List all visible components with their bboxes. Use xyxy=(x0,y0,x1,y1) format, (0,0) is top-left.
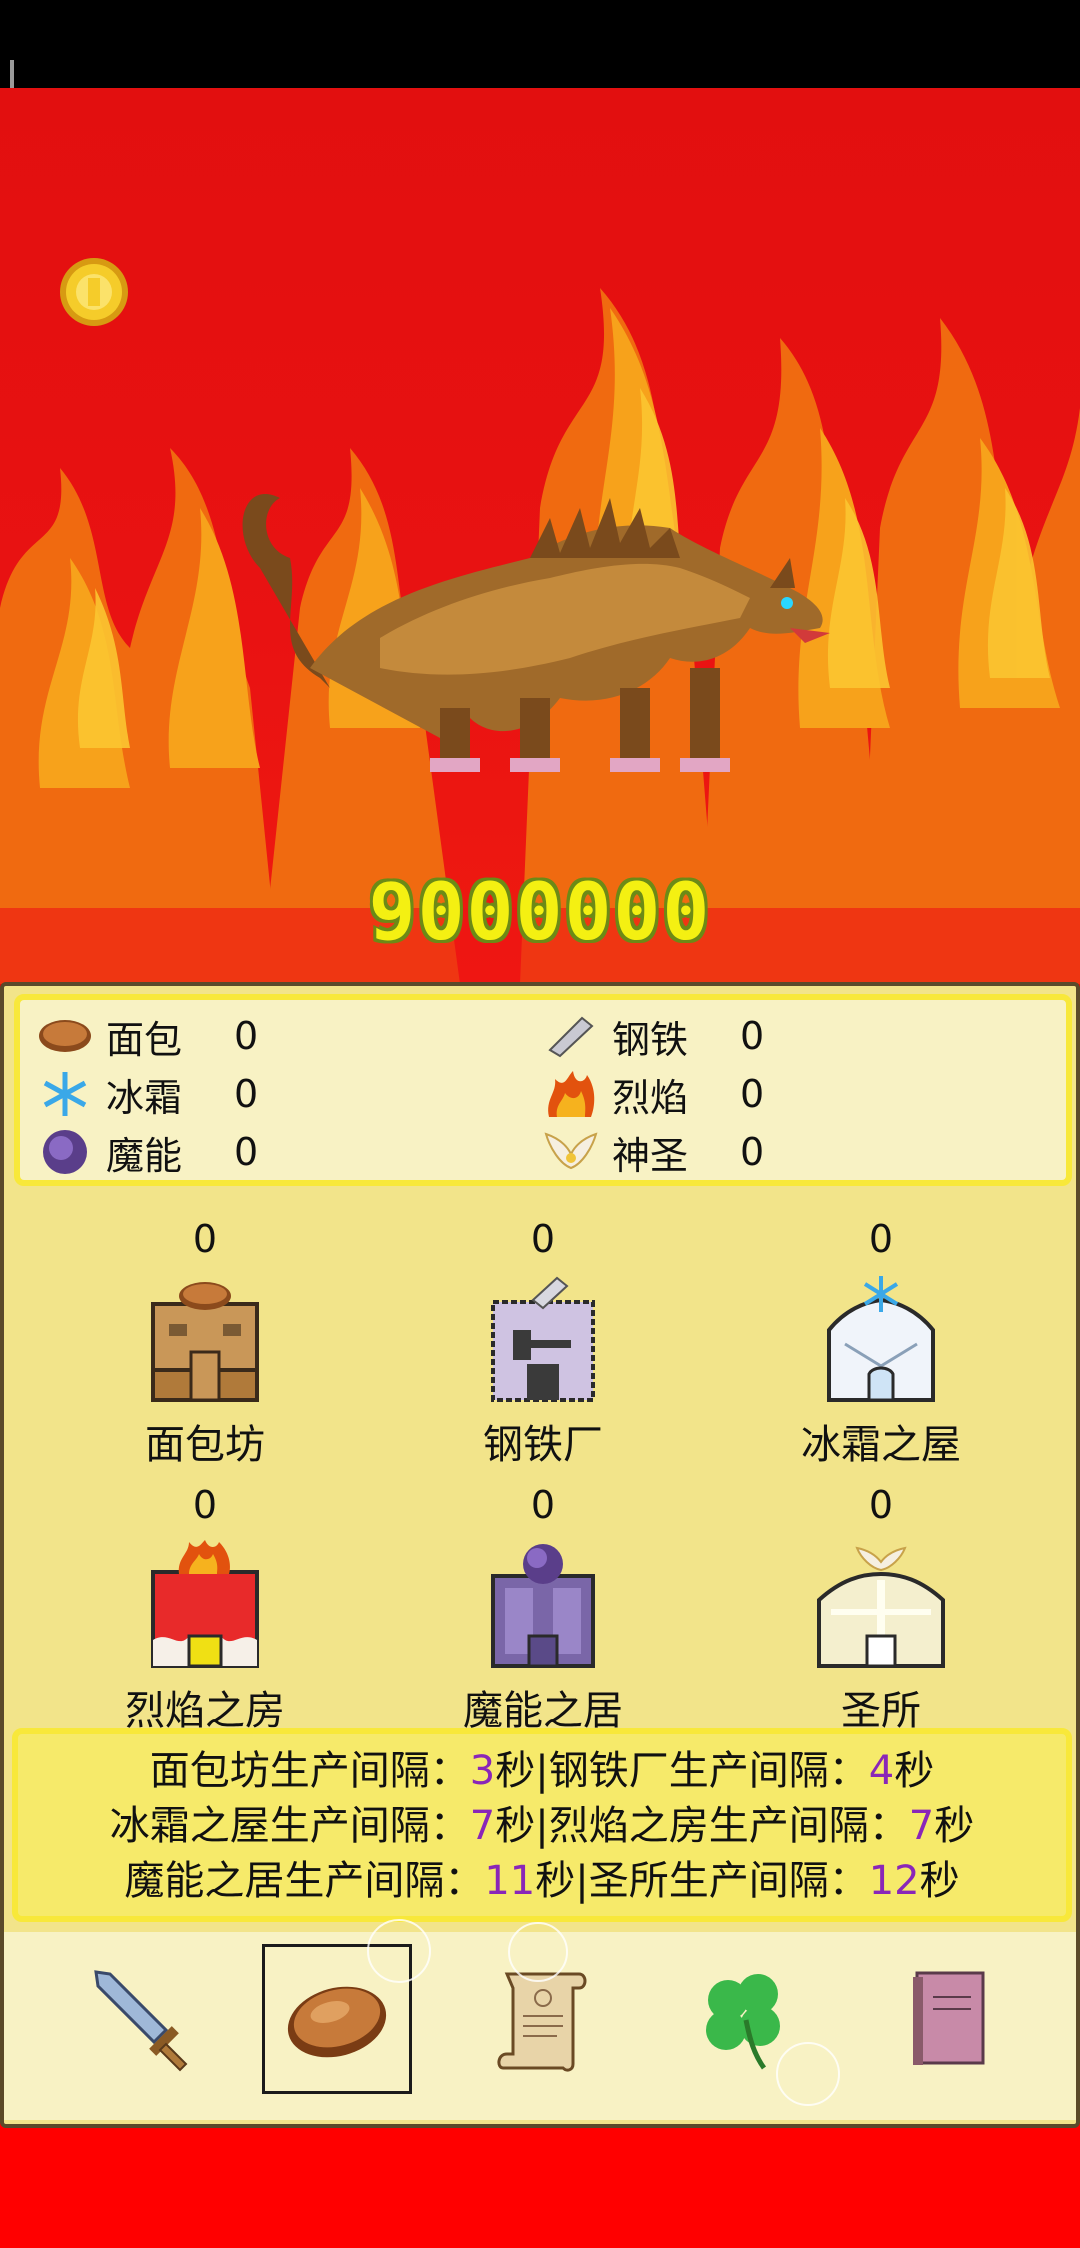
resource-frost: 冰霜 0 xyxy=(38,1068,258,1120)
boss-hp: 9000000 xyxy=(368,868,712,958)
interval-line: 魔能之居生产间隔：11秒|圣所生产间隔：12秒 xyxy=(124,1858,960,1904)
steel-factory-icon xyxy=(491,1276,595,1402)
building-bakery[interactable]: 0 面包坊 xyxy=(40,1214,370,1470)
tab-battle[interactable] xyxy=(68,1944,218,2094)
tab-quests[interactable] xyxy=(468,1922,618,2094)
status-bar xyxy=(0,0,1080,150)
tab-codex[interactable] xyxy=(874,1944,1024,2094)
frost-house-icon xyxy=(827,1276,935,1402)
magic-orb-icon xyxy=(38,1127,92,1177)
snowflake-icon xyxy=(38,1069,92,1119)
battle-scene[interactable]: 1 9000000 xyxy=(0,88,1080,984)
building-count: 0 xyxy=(868,1483,894,1527)
book-icon xyxy=(913,1971,985,2065)
gold-coin-icon xyxy=(60,258,128,326)
resource-flame: 烈焰 0 xyxy=(544,1068,764,1120)
coin-counter: 1 xyxy=(58,256,128,326)
building-count: 0 xyxy=(868,1217,894,1261)
sword-icon xyxy=(94,1970,188,2072)
touch-ripple xyxy=(367,1919,431,1983)
tab-luck[interactable] xyxy=(670,1944,840,2106)
sanctuary-icon xyxy=(817,1546,945,1668)
building-count: 0 xyxy=(192,1483,218,1527)
building-frost-house[interactable]: 0 冰霜之屋 xyxy=(716,1214,1046,1470)
flame-icon xyxy=(544,1069,598,1119)
bread-icon xyxy=(38,1011,92,1061)
magic-house-icon xyxy=(491,1544,595,1668)
resource-holy: 神圣 0 xyxy=(544,1126,764,1178)
building-name: 钢铁厂 xyxy=(483,1422,603,1468)
resource-bread: 面包 0 xyxy=(38,1010,258,1062)
resource-magic: 魔能 0 xyxy=(38,1126,258,1178)
building-flame-house[interactable]: 0 烈焰之房 xyxy=(40,1480,370,1736)
touch-ripple xyxy=(776,2042,840,2106)
building-sanctuary[interactable]: 0 圣所 xyxy=(716,1480,1046,1736)
flame-house-icon xyxy=(151,1540,259,1668)
production-intervals: 面包坊生产间隔：3秒|钢铁厂生产间隔：4秒 冰霜之屋生产间隔：7秒|烈焰之房生产… xyxy=(12,1728,1072,1922)
steel-ingot-icon xyxy=(544,1011,598,1061)
wolf-beast-boss[interactable] xyxy=(230,438,850,798)
interval-line: 冰霜之屋生产间隔：7秒|烈焰之房生产间隔：7秒 xyxy=(109,1803,975,1849)
building-name: 冰霜之屋 xyxy=(801,1422,961,1468)
building-magic-house[interactable]: 0 魔能之居 xyxy=(378,1480,708,1736)
building-count: 0 xyxy=(530,1217,556,1261)
resource-list: 面包 0 钢铁 0 冰霜 0 烈焰 0 魔能 0 神圣 0 xyxy=(14,994,1072,1186)
tab-production[interactable] xyxy=(262,1919,431,2094)
building-name: 面包坊 xyxy=(145,1422,265,1468)
building-count: 0 xyxy=(530,1483,556,1527)
interval-line: 面包坊生产间隔：3秒|钢铁厂生产间隔：4秒 xyxy=(149,1748,935,1794)
bottom-tab-bar xyxy=(4,1919,1076,2120)
resource-steel: 钢铁 0 xyxy=(544,1010,764,1062)
economy-panel: 面包 0 钢铁 0 冰霜 0 烈焰 0 魔能 0 神圣 0 0 面包坊 0 钢铁… xyxy=(0,982,1080,2128)
bread-icon xyxy=(287,1986,387,2058)
building-count: 0 xyxy=(192,1217,218,1261)
bakery-icon xyxy=(151,1282,259,1402)
holy-wings-icon xyxy=(544,1127,598,1177)
touch-ripple xyxy=(508,1922,568,1982)
building-steel-factory[interactable]: 0 钢铁厂 xyxy=(378,1214,708,1470)
